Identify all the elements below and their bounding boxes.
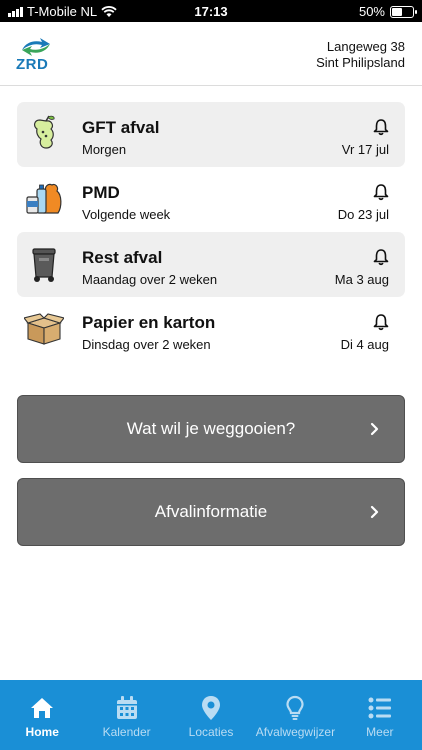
lightbulb-icon: [286, 695, 305, 720]
pickup-date: Do 23 jul: [337, 207, 389, 222]
nav-label: Afvalwegwijzer: [255, 725, 336, 739]
pickup-title: PMD: [82, 183, 120, 202]
pickup-title: Rest afval: [82, 248, 163, 267]
nav-item-locaties[interactable]: Locaties: [169, 680, 253, 750]
button-label: Afvalinformatie: [154, 502, 268, 521]
nav-label: Locaties: [188, 725, 234, 739]
pickup-item-rest[interactable]: Rest afval Maandag over 2 weken Ma 3 aug: [17, 232, 405, 297]
pmd-bag-icon: [26, 183, 62, 214]
pickup-list: GFT afval Morgen Vr 17 jul PMD Volgende …: [17, 102, 405, 362]
chevron-right-icon: [370, 422, 379, 436]
nav-label: Kalender: [102, 725, 151, 739]
pickup-subtitle: Dinsdag over 2 weken: [82, 337, 211, 352]
status-bar: T-Mobile NL 17:13 50%: [0, 0, 422, 22]
nav-item-afvalwegwijzer[interactable]: Afvalwegwijzer: [253, 680, 337, 750]
pickup-title: Papier en karton: [82, 313, 216, 332]
address-street: Langeweg 38: [326, 39, 405, 54]
battery-percent: 50%: [358, 4, 385, 19]
pickup-subtitle: Volgende week: [82, 207, 171, 222]
apple-core-icon: [34, 115, 55, 149]
nav-item-kalender[interactable]: Kalender: [84, 680, 168, 750]
status-right: 50%: [358, 4, 417, 19]
zrd-logo: ZRD: [16, 36, 56, 76]
pickup-item-papier[interactable]: Papier en karton Dinsdag over 2 weken Di…: [17, 297, 405, 362]
wat-wil-je-weggooien-button[interactable]: Wat wil je weggooien?: [17, 395, 405, 463]
pickup-date: Di 4 aug: [340, 337, 389, 352]
list-icon: [368, 697, 391, 719]
address-city: Sint Philipsland: [316, 55, 405, 70]
cardboard-box-icon: [24, 313, 64, 345]
chevron-right-icon: [370, 505, 379, 519]
nav-label: Meer: [366, 725, 394, 739]
nav-item-meer[interactable]: Meer: [338, 680, 422, 750]
pickup-subtitle: Morgen: [82, 142, 127, 157]
location-pin-icon: [202, 696, 221, 720]
logo-arrows-icon: [22, 38, 50, 56]
afvalinformatie-button[interactable]: Afvalinformatie: [17, 478, 405, 546]
pickup-title: GFT afval: [82, 118, 160, 137]
bell-icon[interactable]: [372, 248, 390, 266]
app-header: ZRD Langeweg 38 Sint Philipsland: [0, 22, 422, 86]
calendar-icon: [116, 696, 137, 719]
logo-text: ZRD: [16, 56, 49, 73]
nav-item-home[interactable]: Home: [0, 680, 84, 750]
pickup-item-pmd[interactable]: PMD Volgende week Do 23 jul: [17, 167, 405, 232]
nav-label: Home: [25, 725, 59, 739]
bell-icon[interactable]: [372, 183, 390, 201]
bell-icon[interactable]: [372, 118, 390, 136]
pickup-date: Ma 3 aug: [334, 272, 389, 287]
battery-icon: [390, 5, 417, 18]
address[interactable]: Langeweg 38 Sint Philipsland: [316, 39, 405, 71]
trash-bin-icon: [32, 248, 56, 282]
pickup-item-gft[interactable]: GFT afval Morgen Vr 17 jul: [17, 102, 405, 167]
bell-icon[interactable]: [372, 313, 390, 331]
pickup-date: Vr 17 jul: [341, 142, 389, 157]
pickup-subtitle: Maandag over 2 weken: [82, 272, 218, 287]
bottom-nav: Home Kalender Locaties Afvalwegwijzer Me…: [0, 680, 422, 750]
button-label: Wat wil je weggooien?: [126, 419, 296, 438]
home-icon: [31, 698, 54, 718]
